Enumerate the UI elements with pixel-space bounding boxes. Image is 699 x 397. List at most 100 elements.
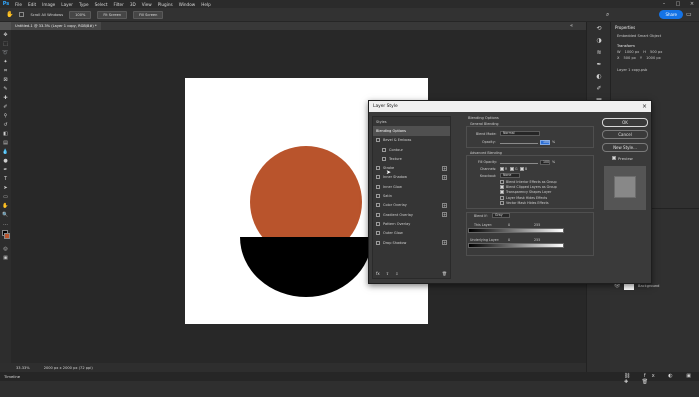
- background-layer-name[interactable]: Background: [638, 284, 659, 288]
- maximize-icon[interactable]: □: [671, 0, 685, 8]
- style-checkbox[interactable]: [376, 166, 380, 171]
- preview-checkbox[interactable]: [612, 156, 616, 160]
- adjustments-icon[interactable]: ◑: [587, 34, 611, 46]
- crop-tool-icon[interactable]: ⌗: [0, 66, 11, 75]
- styles-header[interactable]: Styles: [373, 117, 450, 126]
- scroll-all-checkbox[interactable]: [19, 12, 25, 17]
- style-checkbox[interactable]: [376, 203, 380, 208]
- style-checkbox[interactable]: [376, 240, 380, 245]
- ok-button[interactable]: OK: [602, 118, 648, 127]
- advanced-option-checkbox[interactable]: [500, 190, 504, 195]
- style-checkbox[interactable]: [382, 156, 386, 161]
- style-item[interactable]: Bevel & Emboss: [373, 136, 450, 145]
- this-layer-gradient[interactable]: [468, 228, 564, 233]
- color-swatches[interactable]: [0, 228, 11, 244]
- menu-help[interactable]: Help: [198, 2, 214, 7]
- hand-tool-icon[interactable]: ✋: [0, 201, 11, 210]
- style-item[interactable]: Gradient Overlay +: [373, 210, 450, 219]
- menu-type[interactable]: Type: [76, 2, 92, 7]
- frame-tool-icon[interactable]: ⊠: [0, 75, 11, 84]
- style-checkbox[interactable]: [376, 194, 380, 199]
- rectangle-tool-icon[interactable]: ▭: [0, 192, 11, 201]
- channels-icon[interactable]: ≋: [587, 46, 611, 58]
- advanced-option-checkbox[interactable]: [500, 200, 504, 205]
- add-style-icon[interactable]: +: [442, 212, 447, 218]
- marquee-tool-icon[interactable]: ⬚: [0, 39, 11, 48]
- magic-wand-tool-icon[interactable]: ✦: [0, 57, 11, 66]
- style-item[interactable]: Satin: [373, 191, 450, 200]
- history-icon[interactable]: ⟲: [587, 22, 611, 34]
- type-tool-icon[interactable]: T: [0, 174, 11, 183]
- cancel-button[interactable]: Cancel: [602, 130, 648, 139]
- eraser-tool-icon[interactable]: ◧: [0, 129, 11, 138]
- healing-tool-icon[interactable]: ✚: [0, 93, 11, 102]
- y-value[interactable]: 1000 px: [646, 56, 661, 60]
- collapse-icon[interactable]: «: [570, 22, 573, 30]
- style-checkbox[interactable]: [376, 212, 380, 217]
- minimize-icon[interactable]: –: [657, 0, 671, 8]
- close-window-icon[interactable]: ×: [685, 0, 699, 8]
- zoom-100-button[interactable]: 100%: [69, 10, 92, 19]
- dialog-close-icon[interactable]: ×: [642, 101, 647, 112]
- blending-options-item[interactable]: Blending Options: [373, 126, 450, 136]
- blend-if-select[interactable]: Gray: [492, 213, 510, 218]
- menu-select[interactable]: Select: [92, 2, 111, 7]
- trash-icon[interactable]: 🗑: [442, 271, 447, 276]
- underlying-gradient[interactable]: [468, 243, 564, 248]
- zoom-tool-icon[interactable]: 🔍: [0, 210, 11, 219]
- move-up-icon[interactable]: ⇧: [386, 271, 389, 276]
- style-item[interactable]: Inner Shadow +: [373, 173, 450, 182]
- move-down-icon[interactable]: ⇩: [395, 271, 398, 276]
- fill-opacity-slider[interactable]: [500, 163, 538, 164]
- color-icon[interactable]: ◐: [587, 70, 611, 82]
- style-item[interactable]: Contour: [373, 145, 450, 154]
- screen-mode-icon[interactable]: ▣: [0, 253, 11, 262]
- stamp-tool-icon[interactable]: ⚲: [0, 111, 11, 120]
- quick-mask-icon[interactable]: ◎: [0, 244, 11, 253]
- menu-image[interactable]: Image: [39, 2, 58, 7]
- background-color[interactable]: [4, 233, 10, 239]
- style-checkbox[interactable]: [382, 147, 386, 152]
- knockout-select[interactable]: None: [500, 173, 520, 178]
- search-icon[interactable]: ⌕: [606, 11, 609, 19]
- menu-plugins[interactable]: Plugins: [155, 2, 176, 7]
- style-checkbox[interactable]: [376, 184, 380, 189]
- style-item[interactable]: Drop Shadow +: [373, 238, 450, 247]
- gradient-tool-icon[interactable]: ▤: [0, 138, 11, 147]
- add-style-icon[interactable]: +: [442, 240, 447, 245]
- timeline-panel[interactable]: Timeline: [0, 372, 699, 381]
- menu-3d[interactable]: 3D: [127, 2, 139, 7]
- path-select-icon[interactable]: ➤: [0, 183, 11, 192]
- brush-tool-icon[interactable]: ✐: [0, 102, 11, 111]
- fit-screen-button[interactable]: Fit Screen: [97, 10, 128, 19]
- opacity-slider[interactable]: [500, 143, 538, 144]
- eyedropper-tool-icon[interactable]: ✎: [0, 84, 11, 93]
- pen-tool-icon[interactable]: ✒: [0, 165, 11, 174]
- more-tools-icon[interactable]: …: [0, 219, 11, 228]
- style-item[interactable]: Color Overlay +: [373, 201, 450, 210]
- style-item[interactable]: Texture: [373, 154, 450, 163]
- channel-b-checkbox[interactable]: [520, 167, 524, 171]
- advanced-option-checkbox[interactable]: [500, 180, 504, 184]
- h-value[interactable]: 500 px: [650, 50, 662, 54]
- history-brush-icon[interactable]: ↺: [0, 120, 11, 129]
- x-value[interactable]: 500 px: [623, 56, 635, 60]
- w-value[interactable]: 1000 px: [625, 50, 640, 54]
- document-tab[interactable]: Untitled-1 @ 33.3% (Layer 1 copy, RGB/8#…: [11, 22, 101, 30]
- style-item[interactable]: Pattern Overlay: [373, 219, 450, 228]
- fill-screen-button[interactable]: Fill Screen: [133, 10, 164, 19]
- style-item[interactable]: Inner Glow: [373, 182, 450, 191]
- brush-settings-icon[interactable]: ✐: [587, 82, 611, 94]
- add-style-icon[interactable]: +: [442, 202, 447, 208]
- style-item[interactable]: Stroke +: [373, 163, 450, 172]
- menu-filter[interactable]: Filter: [110, 2, 126, 7]
- channel-r-checkbox[interactable]: [500, 167, 504, 171]
- paths-icon[interactable]: ✒: [587, 58, 611, 70]
- dodge-tool-icon[interactable]: ●: [0, 156, 11, 165]
- style-checkbox[interactable]: [376, 221, 380, 226]
- advanced-option-checkbox[interactable]: [500, 185, 504, 190]
- advanced-option-checkbox[interactable]: [500, 195, 504, 200]
- move-tool-icon[interactable]: ✥: [0, 30, 11, 39]
- style-checkbox[interactable]: [376, 138, 380, 143]
- share-button[interactable]: Share: [659, 10, 683, 19]
